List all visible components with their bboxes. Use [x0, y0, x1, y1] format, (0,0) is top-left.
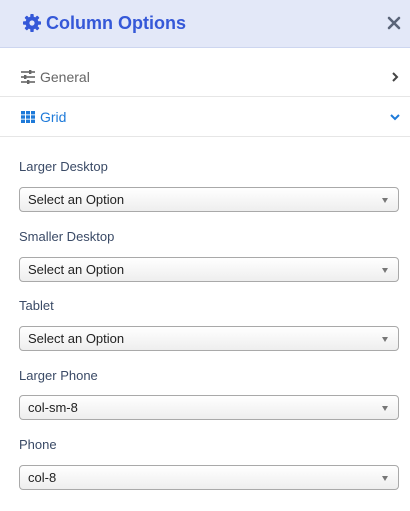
chevron-right-icon [392, 72, 399, 82]
larger-desktop-value: Select an Option [28, 192, 125, 207]
tablet-label: Tablet [19, 298, 54, 313]
section-grid[interactable]: Grid [0, 97, 410, 137]
tablet-value: Select an Option [28, 331, 125, 346]
smaller-desktop-label: Smaller Desktop [19, 229, 115, 244]
close-icon[interactable] [386, 15, 402, 31]
dropdown-arrow-icon [382, 406, 388, 411]
larger-phone-select[interactable]: col-sm-8 [19, 395, 399, 420]
larger-phone-label: Larger Phone [19, 368, 98, 383]
header-gap [0, 48, 410, 56]
smaller-desktop-select[interactable]: Select an Option [19, 257, 399, 282]
section-general[interactable]: General [0, 57, 410, 97]
phone-label: Phone [19, 437, 57, 452]
section-grid-label: Grid [40, 109, 67, 125]
dropdown-arrow-icon [382, 337, 388, 342]
larger-phone-value: col-sm-8 [28, 400, 78, 415]
dropdown-arrow-icon [382, 198, 388, 203]
phone-value: col-8 [28, 470, 57, 485]
dropdown-arrow-icon [382, 268, 388, 273]
phone-select[interactable]: col-8 [19, 465, 399, 490]
panel-title: Column Options [46, 13, 186, 33]
chevron-down-icon [390, 114, 400, 121]
larger-desktop-select[interactable]: Select an Option [19, 187, 399, 212]
smaller-desktop-value: Select an Option [28, 262, 125, 277]
panel-header: Column Options [0, 0, 410, 48]
section-general-label: General [40, 69, 90, 85]
gear-icon [23, 14, 41, 32]
sliders-icon [21, 70, 35, 84]
dropdown-arrow-icon [382, 476, 388, 481]
larger-desktop-label: Larger Desktop [19, 159, 108, 174]
tablet-select[interactable]: Select an Option [19, 326, 399, 351]
grid-icon [21, 111, 35, 123]
